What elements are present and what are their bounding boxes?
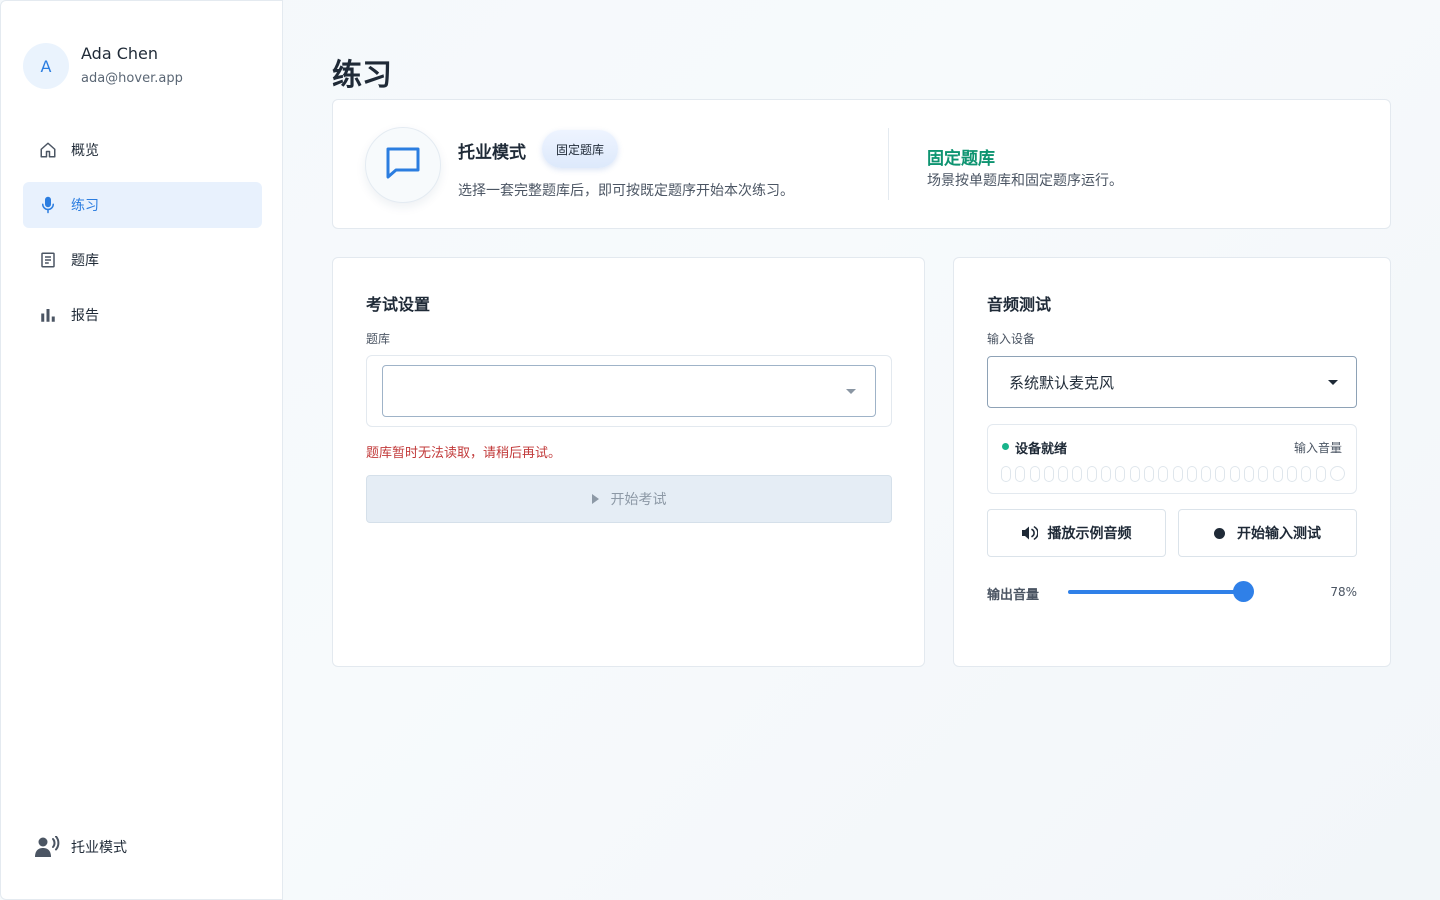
level-bar (1229, 466, 1240, 482)
level-bar (1201, 466, 1212, 482)
chevron-down-icon (1328, 380, 1338, 385)
sidebar-item-label: 报告 (71, 308, 99, 324)
speaking-person-icon (35, 836, 61, 857)
input-level-meter: 设备就绪 输入音量 (987, 424, 1357, 494)
sidebar-nav: 概览 练习 题库 报告 (23, 127, 262, 347)
level-bar (1058, 466, 1069, 482)
play-sample-label: 播放示例音频 (1047, 526, 1132, 542)
bank-select[interactable] (382, 365, 876, 417)
input-level-bars (1001, 466, 1345, 482)
level-bar (1101, 466, 1112, 482)
bar-chart-icon (39, 306, 57, 324)
mode-right-description: 场景按单题库和固定题序运行。 (927, 173, 1123, 189)
document-icon (39, 251, 57, 269)
level-bar (1258, 466, 1269, 482)
sidebar-item-practice[interactable]: 练习 (23, 182, 262, 228)
avatar: A (23, 43, 69, 89)
level-bar (1286, 466, 1297, 482)
level-bar (1029, 466, 1040, 482)
audio-test-card: 音频测试 输入设备 系统默认麦克风 设备就绪 输入音量 播放示例音频 开始输入测… (953, 257, 1391, 667)
level-bar (1015, 466, 1026, 482)
start-exam-label: 开始考试 (610, 492, 667, 508)
play-icon (591, 494, 599, 504)
mode-right-title: 固定题库 (927, 149, 995, 169)
sidebar-item-reports[interactable]: 报告 (23, 292, 262, 338)
level-bar (1329, 466, 1345, 481)
status-dot (1002, 443, 1009, 450)
level-bar (1172, 466, 1183, 482)
level-bar (1129, 466, 1140, 482)
user-name: Ada Chen (81, 44, 159, 63)
chat-bubble-icon (385, 146, 421, 184)
mode-card: 托业模式 固定题库 选择一套完整题库后，即可按既定题序开始本次练习。 固定题库 … (332, 99, 1391, 229)
output-volume-label: 输出音量 (987, 588, 1040, 603)
level-bar (1001, 466, 1011, 482)
device-field-label: 输入设备 (987, 332, 1036, 346)
mode-description: 选择一套完整题库后，即可按既定题序开始本次练习。 (458, 183, 794, 199)
sidebar-item-label: 练习 (71, 198, 99, 214)
mode-icon-wrap (365, 127, 441, 203)
mode-title: 托业模式 (458, 143, 526, 163)
sidebar-footer-label: 托业模式 (71, 840, 127, 856)
start-input-test-button[interactable]: 开始输入测试 (1178, 509, 1357, 557)
user-profile[interactable]: A Ada Chen ada@hover.app (23, 43, 183, 89)
play-sample-button[interactable]: 播放示例音频 (987, 509, 1166, 557)
user-email: ada@hover.app (81, 71, 183, 86)
output-volume-thumb[interactable] (1233, 581, 1254, 602)
input-level-label: 输入音量 (1293, 441, 1342, 455)
input-device-value: 系统默认麦克风 (1009, 373, 1115, 392)
output-volume-value: 78% (1330, 585, 1357, 599)
level-bar (1315, 466, 1326, 482)
level-bar (1272, 466, 1283, 482)
divider (888, 128, 889, 200)
sidebar-item-question-bank[interactable]: 题库 (23, 237, 262, 283)
exam-settings-title: 考试设置 (366, 295, 431, 314)
level-bar (1072, 466, 1083, 482)
level-bar (1301, 466, 1312, 482)
output-volume-track[interactable] (1068, 590, 1243, 594)
bank-field-label: 题库 (366, 332, 391, 346)
bank-select-wrap (366, 355, 892, 427)
page-title: 练习 (332, 58, 392, 93)
level-bar (1143, 466, 1154, 482)
input-device-select[interactable]: 系统默认麦克风 (987, 356, 1357, 408)
speaker-icon (1021, 526, 1038, 540)
sidebar-item-label: 题库 (71, 253, 99, 269)
chevron-down-icon (846, 389, 856, 394)
home-icon (39, 141, 57, 159)
sidebar-footer-mode[interactable]: 托业模式 (35, 836, 127, 857)
sidebar-item-label: 概览 (71, 143, 99, 159)
level-bar (1244, 466, 1255, 482)
record-icon (1214, 527, 1225, 539)
start-input-test-label: 开始输入测试 (1237, 526, 1321, 542)
sidebar: A Ada Chen ada@hover.app 概览 练习 题库 报告 托业模… (0, 0, 283, 900)
level-bar (1215, 466, 1226, 482)
device-status: 设备就绪 (1015, 442, 1068, 457)
start-exam-button[interactable]: 开始考试 (366, 475, 892, 523)
level-bar (1043, 466, 1054, 482)
microphone-icon (39, 196, 57, 214)
bank-error-message: 题库暂时无法读取，请稍后再试。 (366, 446, 562, 461)
level-bar (1186, 466, 1197, 482)
level-bar (1115, 466, 1126, 482)
level-bar (1158, 466, 1169, 482)
exam-settings-card: 考试设置 题库 题库暂时无法读取，请稍后再试。 开始考试 (332, 257, 925, 667)
sidebar-item-overview[interactable]: 概览 (23, 127, 262, 173)
audio-test-title: 音频测试 (987, 295, 1052, 314)
level-bar (1086, 466, 1097, 482)
mode-badge: 固定题库 (542, 130, 619, 168)
